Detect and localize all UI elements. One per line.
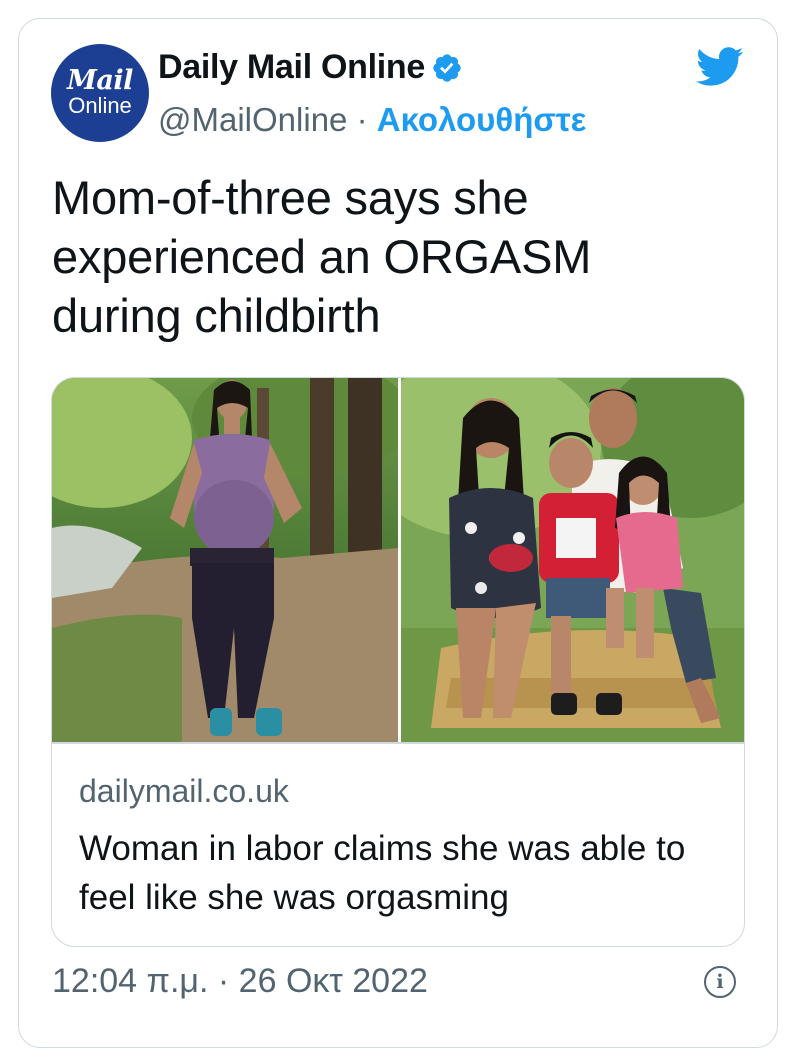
info-icon[interactable]: i <box>704 966 736 998</box>
avatar-online-text: Online <box>68 93 132 118</box>
tweet-timestamp[interactable]: 12:04 π.μ. · 26 Οκτ 2022 <box>52 962 428 1001</box>
verified-badge-icon <box>433 53 461 82</box>
avatar[interactable]: Mail Online <box>51 44 149 142</box>
avatar-mail-text: Mail <box>67 65 133 96</box>
author-handle[interactable]: @MailOnline <box>158 101 347 138</box>
twitter-bird-icon[interactable] <box>696 46 744 88</box>
follow-button[interactable]: Ακολουθήστε <box>377 101 587 138</box>
tweet-text: Mom-of-three says she experienced an ORG… <box>52 171 592 342</box>
link-domain: dailymail.co.uk <box>79 773 289 809</box>
author-name-row: Daily Mail Online <box>158 48 463 87</box>
separator-dot: · <box>356 101 368 138</box>
pregnant-woman-photo <box>52 378 398 742</box>
author-display-name[interactable]: Daily Mail Online <box>158 48 425 87</box>
link-preview-card[interactable]: dailymail.co.uk Woman in labor claims sh… <box>51 377 745 947</box>
photo-bottom-border <box>52 742 744 744</box>
family-photo <box>401 378 744 742</box>
link-title: Woman in labor claims she was able to fe… <box>79 829 686 917</box>
author-handle-row: @MailOnline · Ακολουθήστε <box>158 101 586 139</box>
